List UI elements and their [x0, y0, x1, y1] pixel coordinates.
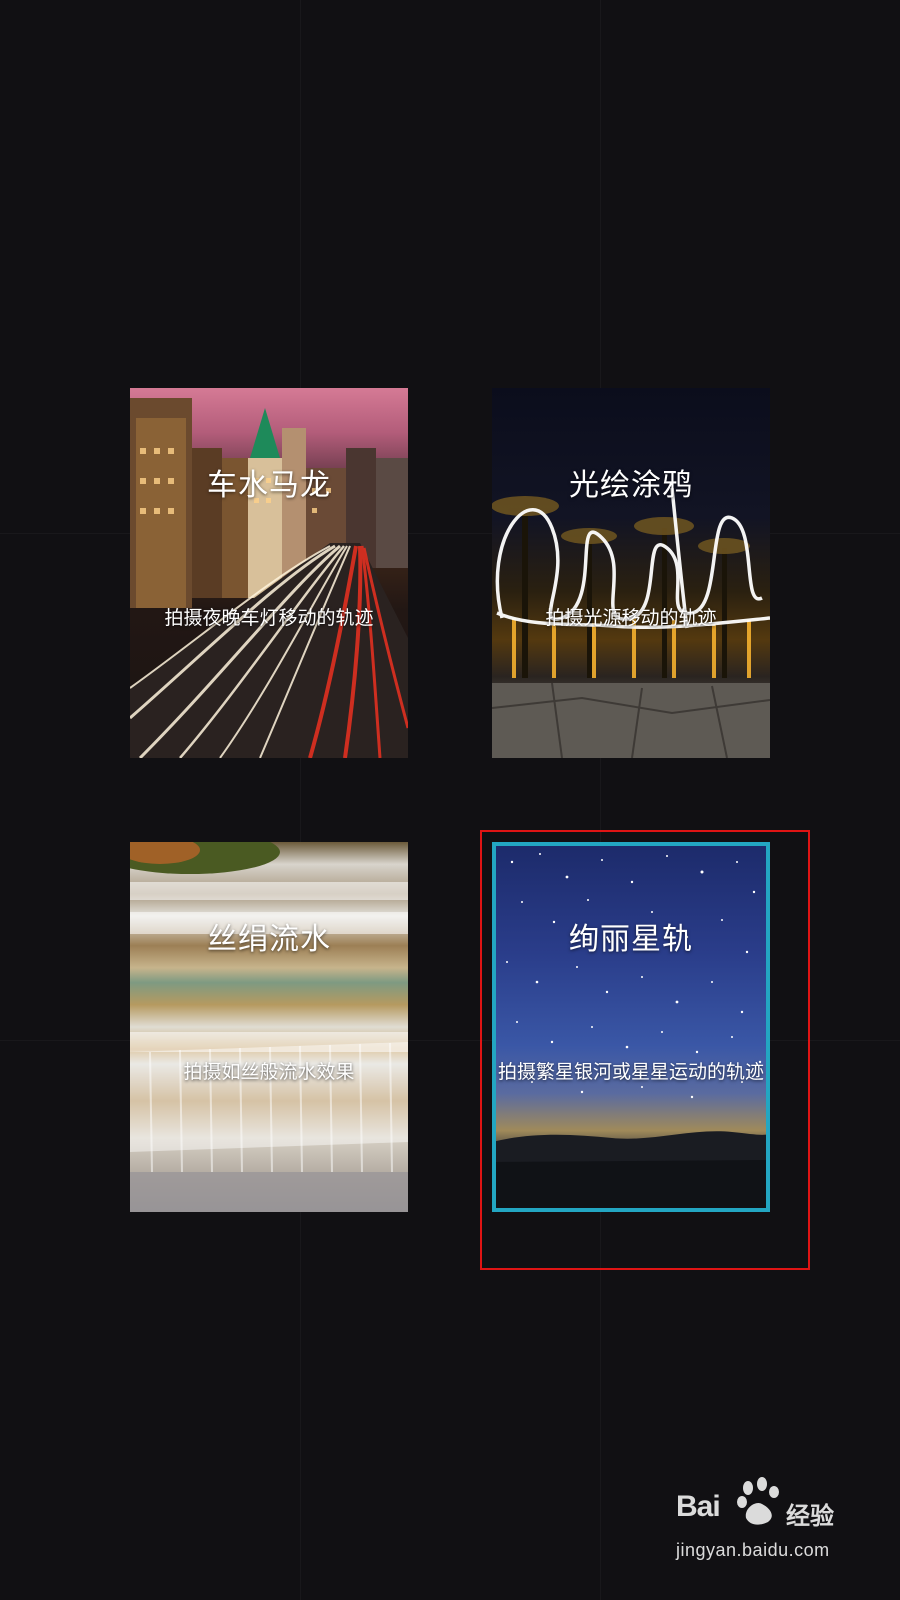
grid-line	[300, 0, 301, 1600]
light-painting-scene-image	[492, 388, 770, 758]
mode-card-silky-water[interactable]: 丝绢流水 拍摄如丝般流水效果	[130, 842, 408, 1212]
watermark-brand: Bai	[676, 1490, 721, 1523]
watermark-url: jingyan.baidu.com	[676, 1540, 830, 1560]
mode-description: 拍摄繁星银河或星星运动的轨迹	[497, 1061, 764, 1083]
grid-line	[600, 0, 601, 1600]
mode-card-star-trails[interactable]: 绚丽星轨 拍摄繁星银河或星星运动的轨迹	[492, 842, 770, 1212]
camera-mode-screen: 车水马龙 拍摄夜晚车灯移动的轨迹 光绘涂鸦 拍摄光源移动的轨迹 丝绢流水 拍摄如…	[0, 0, 900, 1600]
baidu-jingyan-watermark: Bai 经验 jingyan.baidu.com	[676, 1476, 846, 1576]
mode-description: 拍摄夜晚车灯移动的轨迹	[164, 607, 374, 629]
silky-water-scene-image	[130, 842, 408, 1212]
traffic-scene-image	[130, 388, 408, 758]
mode-title: 车水马龙	[207, 468, 331, 503]
mode-card-light-painting[interactable]: 光绘涂鸦 拍摄光源移动的轨迹	[492, 388, 770, 758]
mode-description: 拍摄光源移动的轨迹	[545, 607, 717, 629]
mode-title: 绚丽星轨	[569, 922, 693, 957]
star-trails-scene-image	[492, 842, 770, 1212]
watermark-brand-suffix: 经验	[786, 1502, 834, 1530]
paw-logo-icon	[737, 1477, 779, 1525]
mode-title: 丝绢流水	[207, 922, 331, 957]
mode-description: 拍摄如丝般流水效果	[183, 1061, 355, 1083]
mode-title: 光绘涂鸦	[569, 468, 693, 503]
mode-card-traffic[interactable]: 车水马龙 拍摄夜晚车灯移动的轨迹	[130, 388, 408, 758]
